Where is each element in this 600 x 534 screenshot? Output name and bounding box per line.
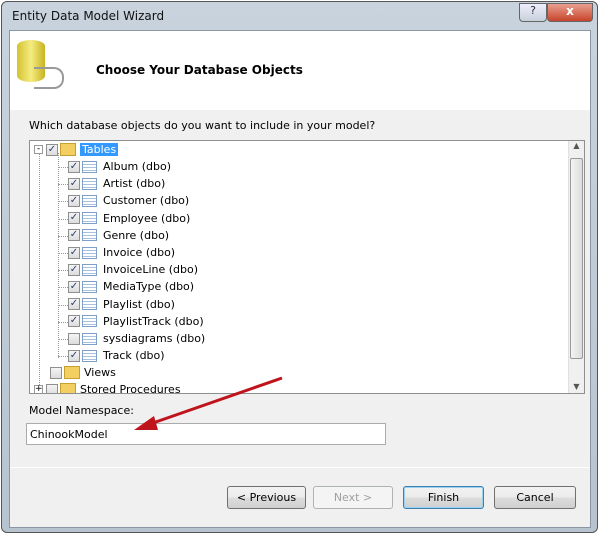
annotation-arrow: [134, 376, 283, 430]
